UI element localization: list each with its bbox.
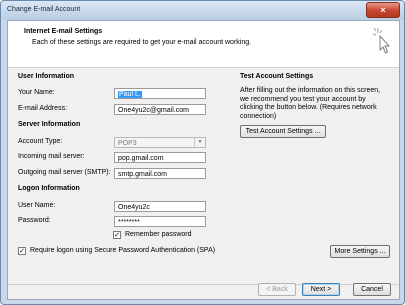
your-name-value: Paul L. [118, 91, 142, 98]
remember-password-label: Remember password [125, 231, 192, 238]
account-type-value: POP3 [118, 140, 137, 147]
account-type-dropdown[interactable]: POP3 ▼ [114, 137, 206, 148]
close-icon: × [380, 5, 386, 15]
more-settings-button[interactable]: More Settings ... [330, 245, 390, 258]
test-account-settings-title: Test Account Settings [240, 73, 314, 80]
header-description: Each of these settings are required to g… [32, 39, 252, 46]
test-account-settings-button[interactable]: Test Account Settings ... [240, 125, 326, 138]
footer-divider [8, 284, 399, 285]
cancel-button[interactable]: Cancel [353, 283, 391, 296]
password-field[interactable]: ******** [114, 216, 206, 227]
remember-password-checkbox[interactable]: ✓ [113, 231, 121, 239]
outgoing-server-field[interactable]: smtp.gmail.com [114, 168, 206, 179]
header-title: Internet E-mail Settings [24, 28, 103, 35]
email-address-label: E-mail Address: [18, 105, 68, 112]
title-bar[interactable]: Change E-mail Account × [1, 1, 404, 20]
user-information-title: User Information [18, 73, 75, 80]
spa-checkbox[interactable]: ✓ [18, 247, 26, 255]
user-name-label: User Name: [18, 202, 56, 209]
incoming-server-field[interactable]: pop.gmail.com [114, 152, 206, 163]
change-email-account-window: Change E-mail Account × Internet E-mail … [0, 0, 405, 305]
outgoing-server-label: Outgoing mail server (SMTP): [18, 169, 111, 176]
check-icon: ✓ [19, 248, 25, 255]
test-settings-description: After filling out the information on thi… [240, 87, 381, 120]
spa-label: Require logon using Secure Password Auth… [30, 247, 216, 254]
next-button[interactable]: Next > [302, 283, 340, 296]
back-button[interactable]: < Back [258, 283, 296, 296]
your-name-label: Your Name: [18, 89, 55, 96]
window-title: Change E-mail Account [7, 6, 81, 13]
close-button[interactable]: × [366, 2, 400, 18]
email-address-field[interactable]: One4yu2c@gmail.com [114, 104, 206, 115]
server-information-title: Server Information [18, 121, 81, 128]
password-label: Password: [18, 217, 51, 224]
account-type-label: Account Type: [18, 138, 63, 145]
logon-information-title: Logon Information [18, 185, 80, 192]
user-name-field[interactable]: One4yu2c [114, 201, 206, 212]
header-band: Internet E-mail Settings Each of these s… [8, 21, 399, 68]
incoming-server-label: Incoming mail server: [18, 153, 85, 160]
dialog-client-area: Internet E-mail Settings Each of these s… [7, 20, 400, 300]
your-name-field[interactable]: Paul L. [114, 88, 206, 99]
cursor-sparkle-icon [372, 27, 391, 54]
check-icon: ✓ [114, 232, 120, 239]
chevron-down-icon: ▼ [194, 138, 205, 147]
